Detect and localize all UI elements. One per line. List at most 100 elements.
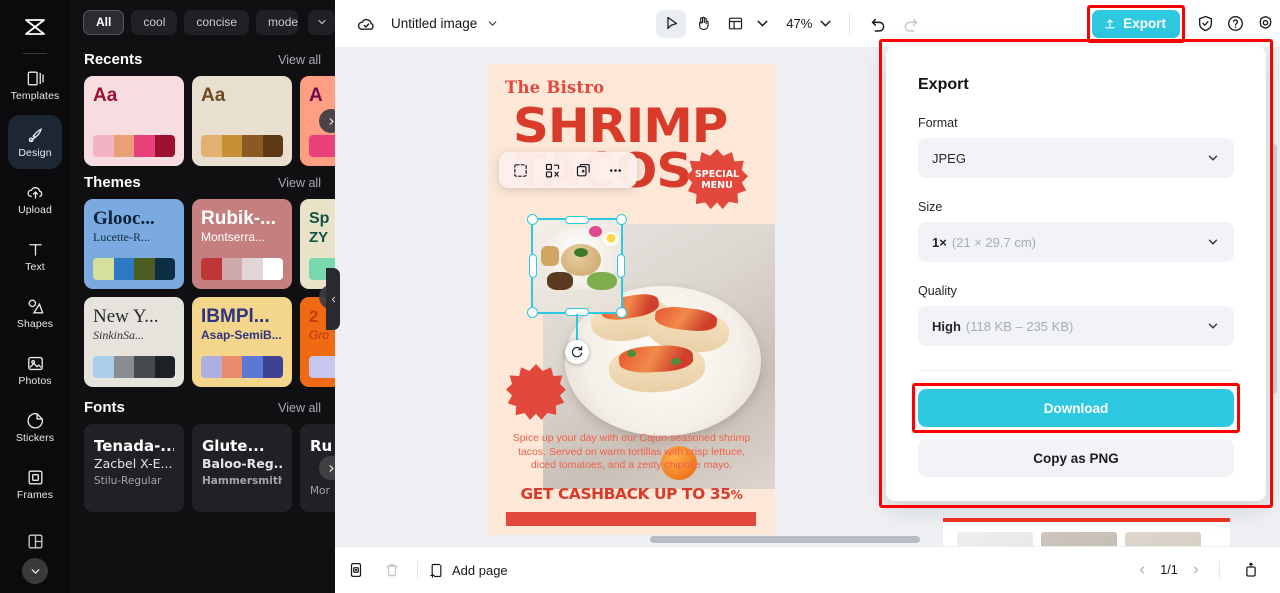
theme-card[interactable]: Glooc... Lucette-R...	[84, 199, 184, 289]
more-options-icon[interactable]	[602, 157, 628, 183]
canvas-vertical-scrollbar[interactable]	[1270, 144, 1277, 394]
view-all-recents[interactable]: View all	[278, 53, 321, 67]
question-circle-icon[interactable]	[1220, 9, 1250, 39]
page-cta-text[interactable]: GET CASHBACK UP TO 35%	[501, 485, 762, 503]
quality-subvalue: (118 KB – 235 KB)	[965, 318, 1074, 334]
quality-select[interactable]: High (118 KB – 235 KB)	[918, 306, 1234, 346]
add-page-icon	[430, 563, 442, 578]
expand-up-icon[interactable]	[1236, 555, 1266, 585]
templates-icon	[26, 68, 45, 88]
export-button[interactable]: Export	[1092, 9, 1180, 38]
scrollbar-thumb[interactable]	[650, 536, 920, 543]
theme-card[interactable]: IBMPl... Asap-SemiB...	[192, 297, 292, 387]
undo-button[interactable]	[863, 9, 893, 39]
card-title: New Y...	[93, 306, 159, 327]
swatch-strip	[201, 135, 283, 157]
add-page-button[interactable]: Add page	[428, 562, 508, 579]
chip-all[interactable]: All	[83, 9, 125, 35]
zoom-caret-button[interactable]	[814, 10, 836, 38]
font-card[interactable]: Tenada-... Zacbel X-E... Stilu-Regular	[84, 424, 184, 512]
chip-concise[interactable]: concise	[184, 9, 250, 35]
zoom-level-label[interactable]: 47%	[786, 16, 812, 31]
theme-card[interactable]: Rubik-... Montserra...	[192, 199, 292, 289]
document-title[interactable]: Untitled image	[391, 16, 477, 31]
themes-row-1: Glooc... Lucette-R... Rubik-... Montserr…	[70, 199, 335, 289]
garnish-shape	[671, 358, 681, 365]
redo-button[interactable]	[895, 9, 925, 39]
sidebar-item-design[interactable]: Design	[8, 115, 62, 169]
resize-handle-top[interactable]	[565, 216, 589, 224]
view-all-fonts[interactable]: View all	[278, 401, 321, 415]
chip-cool[interactable]: cool	[131, 9, 178, 35]
duplicate-page-icon[interactable]	[341, 555, 371, 585]
card-title: Glooc...	[93, 208, 155, 229]
view-all-themes[interactable]: View all	[278, 176, 321, 190]
rail-more-button[interactable]	[22, 558, 48, 584]
export-button-label: Export	[1123, 16, 1166, 31]
copy-as-png-button[interactable]: Copy as PNG	[918, 439, 1234, 477]
duplicate-icon[interactable]	[571, 157, 597, 183]
badge-line-2: MENU	[701, 180, 733, 191]
prev-page-button[interactable]	[1129, 557, 1155, 583]
top-toolbar: Untitled image 47% Export	[335, 0, 1280, 48]
sidebar-item-photos[interactable]: Photos	[8, 343, 62, 397]
remove-background-icon[interactable]	[539, 157, 565, 183]
rotate-handle-icon[interactable]	[565, 340, 589, 364]
font-card[interactable]: Glute... Baloo-Reg... HammersmithOn...	[192, 424, 292, 512]
size-select[interactable]: 1× (21 × 29.7 cm)	[918, 222, 1234, 262]
card-subtitle: Lucette-R...	[93, 230, 150, 244]
resize-handle-left[interactable]	[529, 254, 537, 278]
filter-chip-row: All cool concise modern	[70, 0, 335, 43]
resize-handle-bottom-left[interactable]	[527, 307, 538, 318]
sidebar-item-upload[interactable]: Upload	[8, 172, 62, 226]
swatch-strip	[309, 135, 335, 157]
resize-handle-right[interactable]	[617, 254, 625, 278]
page-brand-text[interactable]: The Bistro	[505, 78, 604, 97]
theme-card[interactable]: New Y... SinkinSa...	[84, 297, 184, 387]
chevron-down-icon[interactable]	[486, 17, 499, 30]
gear-icon[interactable]	[1250, 9, 1280, 39]
selected-element-bounds[interactable]	[527, 214, 627, 318]
download-button[interactable]: Download	[918, 389, 1234, 427]
chevron-down-icon[interactable]	[308, 9, 335, 35]
card-title: Sp	[309, 210, 330, 227]
sidebar-item-templates[interactable]: Templates	[8, 58, 62, 112]
hand-tool-button[interactable]	[688, 10, 718, 38]
panel-collapse-handle[interactable]	[326, 268, 340, 330]
card-title: Aa	[93, 85, 118, 106]
badge-line-1: SPECIAL	[694, 169, 740, 180]
sidebar-item-text[interactable]: Text	[8, 229, 62, 283]
selected-image-fried-rice[interactable]	[533, 220, 621, 312]
trash-icon[interactable]	[377, 555, 407, 585]
font-card-line3: Mor	[310, 485, 330, 497]
page-body-text[interactable]: Spice up your day with our Cajun-seasone…	[505, 432, 758, 473]
card-subtitle: Gro	[309, 328, 330, 342]
export-upload-icon	[1105, 18, 1115, 28]
canvas-horizontal-scrollbar[interactable]	[335, 534, 1280, 546]
sidebar-item-label: Text	[25, 261, 45, 273]
download-button-wrap: Download	[912, 383, 1240, 433]
capcut-logo-icon[interactable]	[15, 10, 55, 44]
next-page-button[interactable]	[1183, 557, 1209, 583]
resize-handle-top-right[interactable]	[616, 214, 627, 225]
sidebar-item-label: Design	[18, 147, 52, 159]
recent-card[interactable]: Aa	[84, 76, 184, 166]
chip-modern[interactable]: modern	[256, 9, 298, 35]
layout-tool-button[interactable]	[720, 10, 750, 38]
recent-card[interactable]: Aa	[192, 76, 292, 166]
crop-tool-icon[interactable]	[508, 157, 534, 183]
layout-caret-button[interactable]	[752, 10, 772, 38]
shield-check-icon[interactable]	[1190, 9, 1220, 39]
sidebar-item-frames[interactable]: Frames	[8, 457, 62, 511]
quality-label: Quality	[918, 284, 957, 298]
export-panel-highlight-box	[879, 39, 1273, 508]
resize-handle-bottom-right[interactable]	[616, 307, 627, 318]
sidebar-item-label: Frames	[16, 489, 54, 501]
font-card-line1: Ru	[310, 438, 333, 455]
sidebar-item-shapes[interactable]: Shapes	[8, 286, 62, 340]
select-tool-button[interactable]	[656, 9, 687, 38]
format-select[interactable]: JPEG	[918, 138, 1234, 178]
resize-handle-top-left[interactable]	[527, 214, 538, 225]
sidebar-item-stickers[interactable]: Stickers	[8, 400, 62, 454]
page-accent-bar[interactable]	[506, 512, 756, 526]
